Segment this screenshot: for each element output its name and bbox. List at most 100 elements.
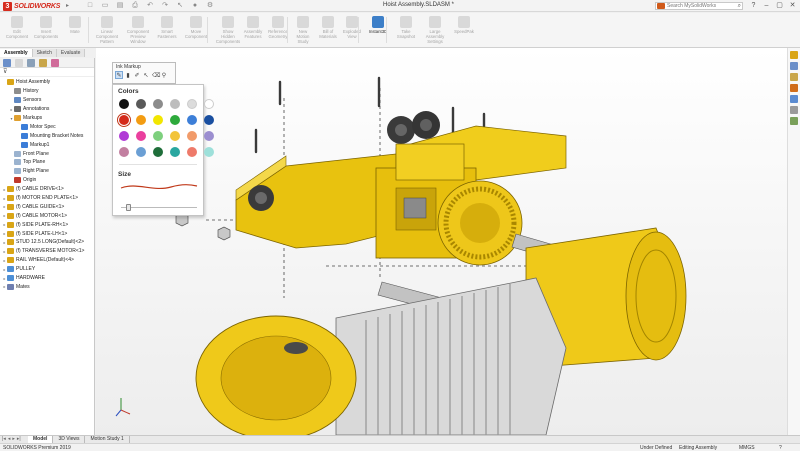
tab-sketch[interactable]: Sketch [32,49,57,57]
tree-item[interactable]: Origin [0,176,94,185]
color-swatch[interactable] [153,115,163,125]
tree-item[interactable]: ▸ RAIL WHEEL(Default)<4> [0,256,94,265]
appearances-icon[interactable] [790,95,798,103]
tree-item[interactable]: ▸ (f) CABLE DRIVE<1> [0,185,94,194]
color-swatch[interactable] [153,131,163,141]
configuration-manager-icon[interactable] [27,59,35,67]
new-document-icon[interactable]: □ [85,1,95,10]
color-swatch[interactable] [187,131,197,141]
highlighter-icon[interactable]: ✐ [133,71,141,79]
redo-icon[interactable]: ↷ [160,1,170,10]
options-icon[interactable]: ⚙ [205,1,215,10]
color-swatch[interactable] [153,99,163,109]
help-icon[interactable]: ? [779,445,782,451]
color-swatch[interactable] [170,131,180,141]
eraser-icon[interactable]: ⌫ [151,71,160,79]
solidworks-logo[interactable]: 3 SOLIDWORKS [3,1,60,11]
search-box[interactable]: Search MySolidWorks ⌕ [655,2,743,10]
open-icon[interactable]: ▭ [100,1,110,10]
size-slider-thumb[interactable] [126,204,132,211]
tree-item[interactable]: Right Plane [0,167,94,176]
color-swatch[interactable] [170,99,180,109]
tree-item[interactable]: Top Plane [0,158,94,167]
ribbon-tool-mate[interactable]: Mate [60,14,90,47]
unit-system[interactable]: MMGS [739,445,755,451]
color-swatch[interactable] [136,99,146,109]
tree-item[interactable]: ▸ HARDWARE [0,274,94,283]
color-swatch[interactable] [119,131,129,141]
filter-icon[interactable]: ⊽ [0,68,94,77]
color-swatch[interactable] [204,99,214,109]
color-swatch[interactable] [117,113,131,127]
menu-expand-icon[interactable]: ▸ [66,2,69,9]
color-swatch[interactable] [153,147,163,157]
resources-icon[interactable] [790,51,798,59]
color-swatch[interactable] [136,115,146,125]
forum-icon[interactable] [790,117,798,125]
color-swatch[interactable] [187,99,197,109]
prev-tab-icon[interactable]: ◂ [8,436,11,443]
help-icon[interactable]: ? [749,1,758,11]
custom-properties-icon[interactable] [790,106,798,114]
size-slider-track[interactable] [121,207,197,208]
restore-icon[interactable]: ▢ [775,1,784,11]
ribbon-tool-preview-window[interactable]: Component Preview Window [123,14,153,47]
property-manager-icon[interactable] [15,59,23,67]
select-icon[interactable]: ↖ [175,1,185,10]
minimize-icon[interactable]: – [762,1,771,11]
color-swatch[interactable] [119,99,129,109]
tree-item[interactable]: ▸ (f) MOTOR END PLATE<1> [0,194,94,203]
print-icon[interactable]: ⎙ [130,1,140,10]
next-tab-icon[interactable]: ▸ [12,436,15,443]
search-icon[interactable]: ⌕ [738,3,741,10]
tree-item[interactable]: Markup1 [0,140,94,149]
tree-item[interactable]: ▸ (f) SIDE PLATE-LH<1> [0,229,94,238]
view-palette-icon[interactable] [790,84,798,92]
ribbon-tool-instant3d[interactable]: Instant3D [363,14,393,47]
ribbon-tool-snapshot[interactable]: Take Snapshot [391,14,421,47]
tree-item[interactable]: Hoist Assembly [0,78,94,87]
color-swatch[interactable] [204,131,214,141]
color-swatch[interactable] [204,115,214,125]
pen-icon[interactable]: ✎ [115,71,123,79]
lasso-icon[interactable]: ⚲ [160,71,168,79]
tree-item[interactable]: Motor Spec [0,122,94,131]
color-swatch[interactable] [170,115,180,125]
color-swatch[interactable] [136,131,146,141]
first-tab-icon[interactable]: |◂ [2,436,6,443]
tree-item[interactable]: ▸ STUD 12.5 LONG(Default)<2> [0,238,94,247]
pointer-icon[interactable]: ↖ [142,71,150,79]
tree-item[interactable]: Mounting Bracket Notes [0,131,94,140]
tree-item[interactable]: ▸ (f) TRANSVERSE MOTOR<1> [0,247,94,256]
tree-item[interactable]: Front Plane [0,149,94,158]
ribbon-tool-speedpak[interactable]: SpeedPak [449,14,479,47]
dimxpert-icon[interactable] [39,59,47,67]
color-swatch[interactable] [136,147,146,157]
tree-item[interactable]: Sensors [0,96,94,105]
ribbon-tool-insert-components[interactable]: Insert Components [31,14,61,47]
tab-evaluate[interactable]: Evaluate [56,49,86,57]
tree-item[interactable]: ▸ (f) CABLE MOTOR<1> [0,211,94,220]
save-icon[interactable]: ▤ [115,1,125,10]
undo-icon[interactable]: ↶ [145,1,155,10]
search-input[interactable]: Search MySolidWorks [667,3,738,9]
display-manager-icon[interactable] [51,59,59,67]
tree-item[interactable]: ▾ Markups [0,114,94,123]
ribbon-tool-linear-pattern[interactable]: Linear Component Pattern [92,14,122,47]
marker-icon[interactable]: ▮ [124,71,132,79]
feature-tree-icon[interactable] [3,59,11,67]
color-swatch[interactable] [204,147,214,157]
rebuild-icon[interactable]: ● [190,1,200,10]
last-tab-icon[interactable]: ▸| [17,436,21,443]
close-icon[interactable]: ✕ [788,1,797,11]
bottom-tab[interactable]: 3D Views [53,436,86,443]
tree-item[interactable]: ▸ (f) CABLE GUIDE<1> [0,202,94,211]
color-swatch[interactable] [170,147,180,157]
ribbon-tool-edit-component[interactable]: Edit Component [2,14,32,47]
ribbon-tool-smart-fasteners[interactable]: Smart Fasteners [152,14,182,47]
tree-item[interactable]: ▸ PULLEY [0,265,94,274]
design-library-icon[interactable] [790,62,798,70]
color-swatch[interactable] [187,147,197,157]
tree-item[interactable]: ▸ Mates [0,282,94,291]
file-explorer-icon[interactable] [790,73,798,81]
